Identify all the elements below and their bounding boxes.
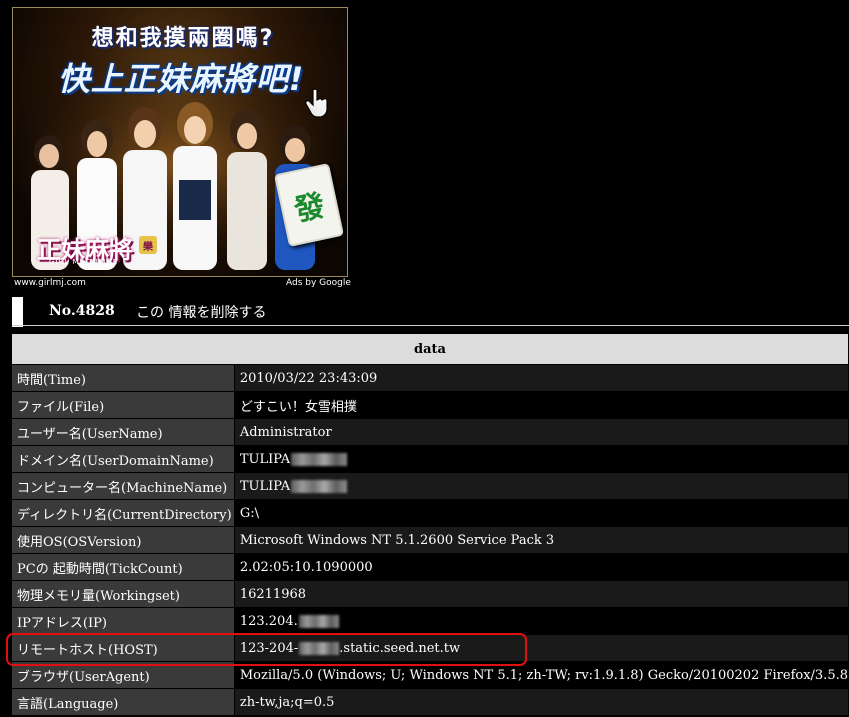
ad-logo-badge: 樂: [139, 236, 157, 254]
table-row: ブラウザ(UserAgent) Mozilla/5.0 (Windows; U;…: [12, 662, 848, 688]
table-row: ディレクトリ名(CurrentDirectory) G:\: [12, 500, 848, 526]
table-row: ドメイン名(UserDomainName) TULIPA: [12, 446, 848, 472]
row-label: 物理メモリ量(Workingset): [12, 581, 234, 607]
redacted-blur: [291, 452, 348, 466]
row-value: 2.02:05:10.1090000: [234, 554, 848, 580]
header-accent-bar: [12, 297, 23, 327]
row-label: PCの 起動時間(TickCount): [12, 554, 234, 580]
row-label: 使用OS(OSVersion): [12, 527, 234, 553]
table-header: data: [12, 334, 848, 364]
row-label: リモートホスト(HOST): [12, 635, 234, 661]
row-label: ユーザー名(UserName): [12, 419, 234, 445]
row-value: TULIPA: [234, 473, 848, 499]
header-divider: [12, 325, 849, 326]
row-value: zh-tw,ja;q=0.5: [234, 689, 848, 715]
table-row: リモートホスト(HOST) 123-204- .static.seed.net.t…: [12, 635, 848, 661]
row-value: Mozilla/5.0 (Windows; U; Windows NT 5.1;…: [234, 662, 848, 688]
redacted-blur: [298, 614, 339, 628]
row-label: ディレクトリ名(CurrentDirectory): [12, 500, 234, 526]
table-row: コンピューター名(MachineName) TULIPA: [12, 473, 848, 499]
row-label: ドメイン名(UserDomainName): [12, 446, 234, 472]
table-row: 時間(Time) 2010/03/22 23:43:09: [12, 365, 848, 391]
ad-logo-subtitle: GIRL MJ ONLINE: [49, 258, 119, 266]
row-label: 時間(Time): [12, 365, 234, 391]
ad-url[interactable]: www.girlmj.com: [14, 278, 86, 288]
ad-logo: 正妹麻將 樂 GIRL MJ ONLINE: [23, 230, 173, 270]
row-value: G:\: [234, 500, 848, 526]
table-header-row: data: [12, 334, 848, 364]
delete-info-link[interactable]: この 情報を削除する: [136, 302, 266, 322]
row-label: 言語(Language): [12, 689, 234, 715]
row-value-suffix: .static.seed.net.tw: [339, 640, 461, 656]
row-value: どすこい！女雪相撲: [234, 392, 848, 418]
row-value: Administrator: [234, 419, 848, 445]
redacted-blur: [291, 479, 348, 493]
table-row: IPアドレス(IP) 123.204.: [12, 608, 848, 634]
row-value: TULIPA: [234, 446, 848, 472]
ad-headline: 想和我摸兩圈嗎?: [91, 26, 275, 51]
mahjong-tile-glyph: 發: [291, 188, 329, 229]
row-label: ファイル(File): [12, 392, 234, 418]
row-value: 123.204.: [234, 608, 848, 634]
row-value: Microsoft Windows NT 5.1.2600 Service Pa…: [234, 527, 848, 553]
ad-banner[interactable]: 想和我摸兩圈嗎? 快上正妹麻將吧! 發 正妹麻將 樂 GIRL MJ ONLIN…: [12, 7, 348, 277]
ads-by-google-link[interactable]: Ads by Google: [286, 278, 351, 288]
table-row: ユーザー名(UserName) Administrator: [12, 419, 848, 445]
table-row: 物理メモリ量(Workingset) 16211968: [12, 581, 848, 607]
table-row: PCの 起動時間(TickCount) 2.02:05:10.1090000: [12, 554, 848, 580]
row-label: ブラウザ(UserAgent): [12, 662, 234, 688]
row-value-text: TULIPA: [239, 478, 291, 494]
row-label: IPアドレス(IP): [12, 608, 234, 634]
row-value: 2010/03/22 23:43:09: [234, 365, 848, 391]
record-number: No.4828: [49, 303, 115, 319]
row-value-text: 123.204.: [239, 613, 298, 629]
row-value: 16211968: [234, 581, 848, 607]
row-label: コンピューター名(MachineName): [12, 473, 234, 499]
info-table: data 時間(Time) 2010/03/22 23:43:09 ファイル(F…: [11, 333, 849, 716]
table-row: 使用OS(OSVersion) Microsoft Windows NT 5.1…: [12, 527, 848, 553]
row-value-text: TULIPA: [239, 451, 291, 467]
table-row: 言語(Language) zh-tw,ja;q=0.5: [12, 689, 848, 715]
row-value: 123-204- .static.seed.net.tw: [234, 635, 848, 661]
table-row: ファイル(File) どすこい！女雪相撲: [12, 392, 848, 418]
row-value-prefix: 123-204-: [239, 640, 299, 656]
redacted-blur: [299, 641, 340, 655]
